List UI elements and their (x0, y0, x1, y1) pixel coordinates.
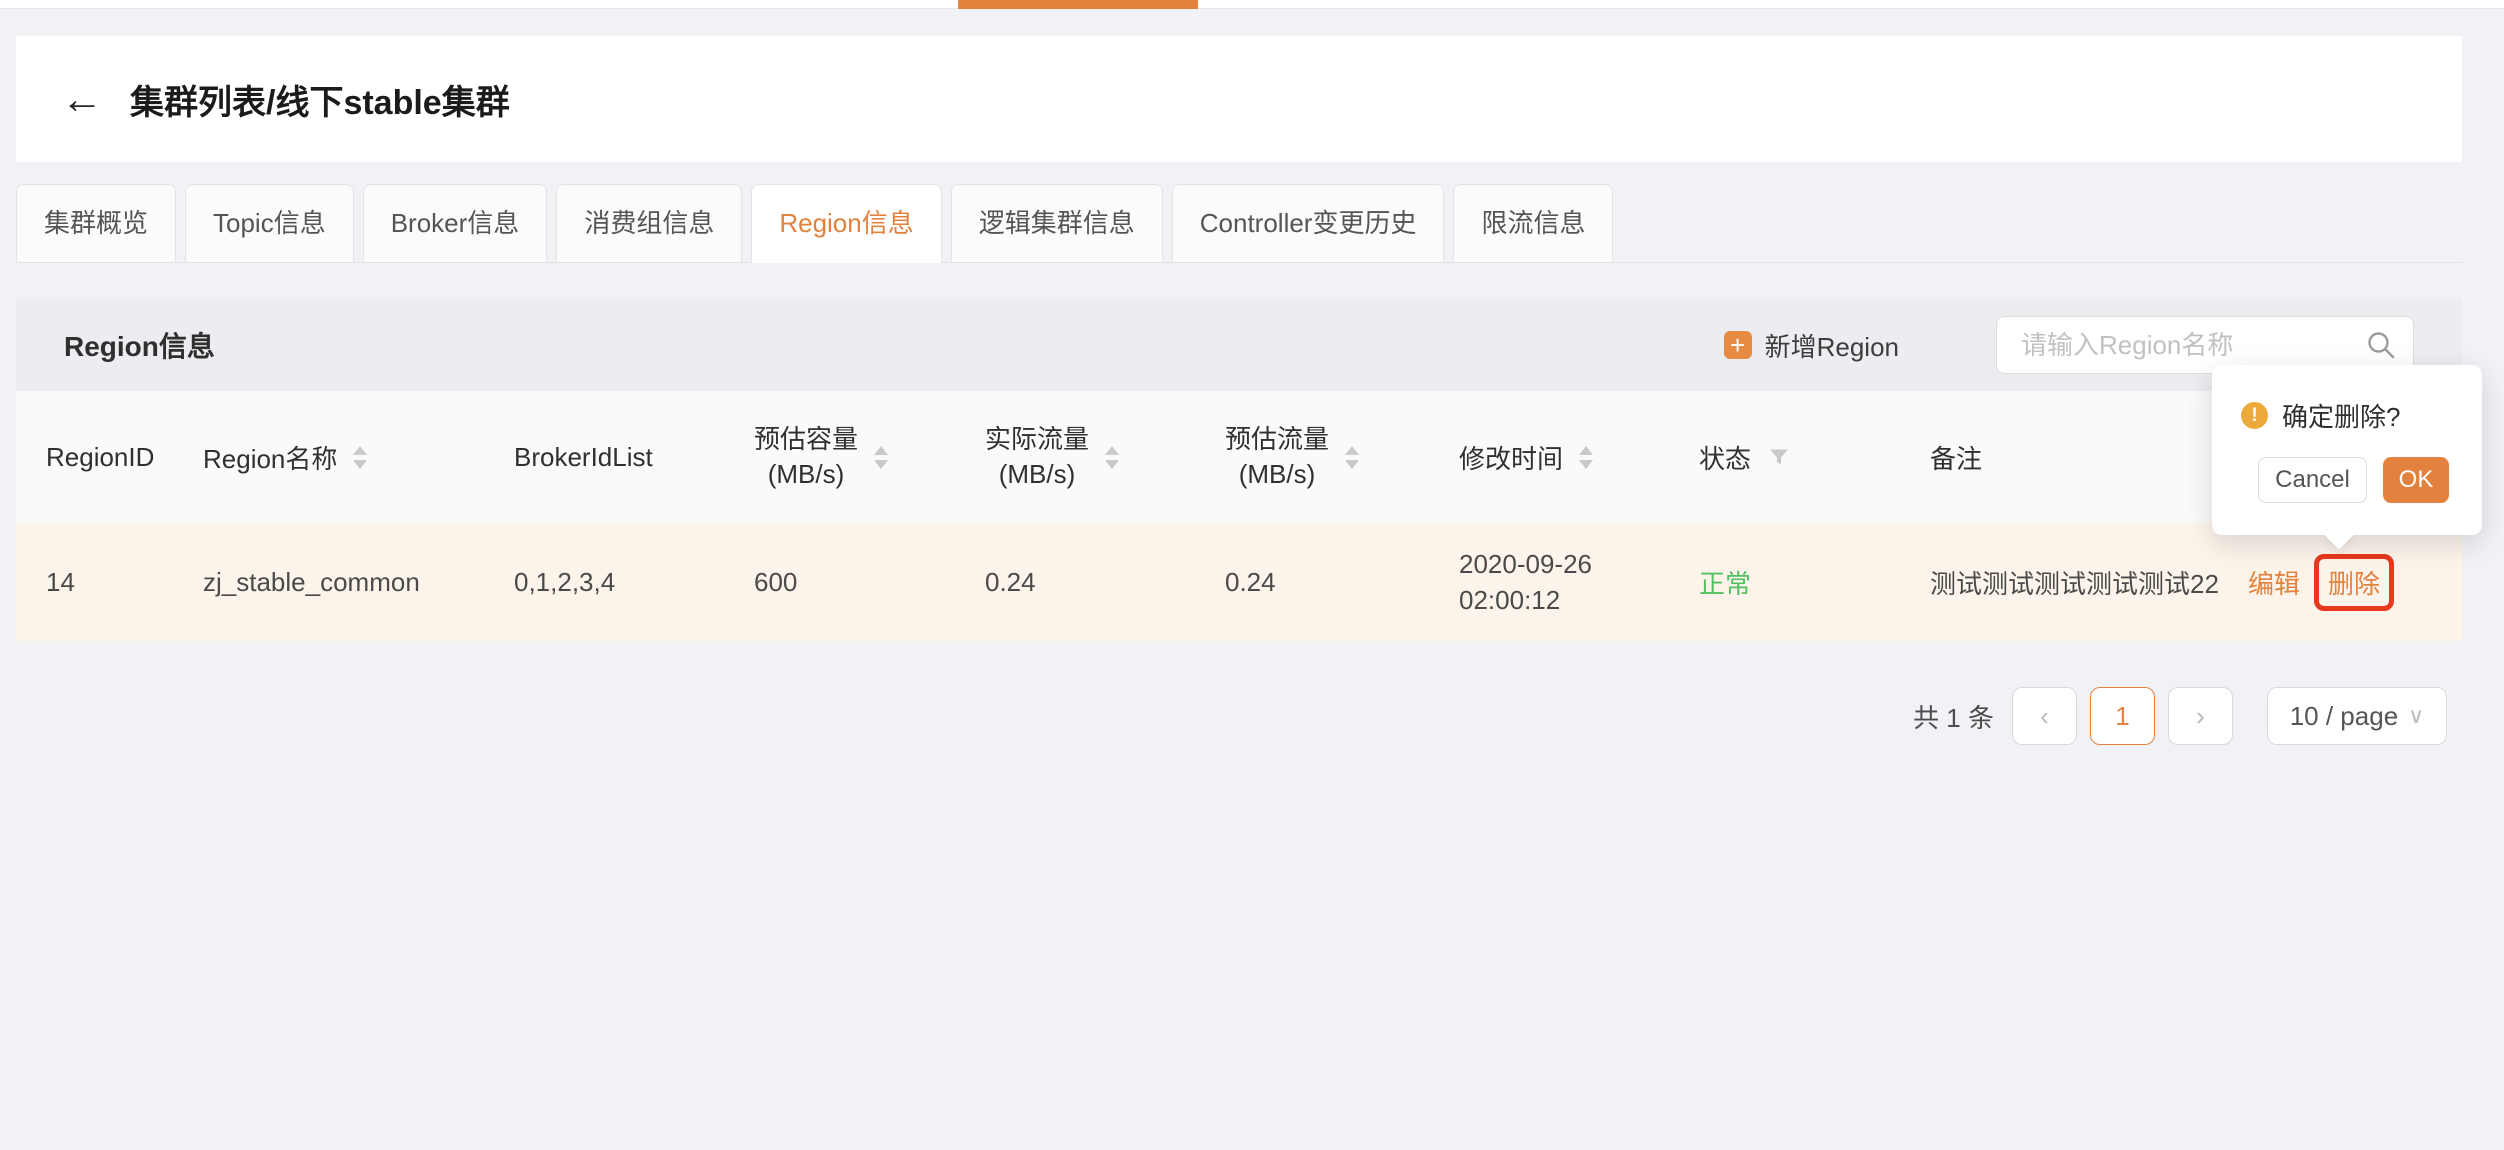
tab-cluster-overview[interactable]: 集群概览 (16, 184, 176, 262)
top-strip (0, 0, 2504, 9)
sort-icon[interactable] (874, 446, 888, 469)
sort-icon[interactable] (1345, 446, 1359, 469)
ok-button[interactable]: OK (2383, 457, 2449, 503)
delete-link[interactable]: 删除 (2328, 569, 2380, 599)
page-size-select[interactable]: 10 / page ∨ (2267, 687, 2447, 745)
table-header-row: RegionID Region名称 BrokerIdList 预估容量 (MB/… (16, 391, 2462, 523)
chevron-down-icon: ∨ (2408, 703, 2424, 729)
cell-actual-traffic: 0.24 (985, 567, 1225, 598)
add-region-button[interactable]: + 新增Region (1724, 327, 1899, 364)
pagination-total: 共 1 条 (1913, 698, 1994, 735)
add-region-label: 新增Region (1765, 327, 1899, 364)
warning-icon: ! (2241, 402, 2268, 429)
page-1-button[interactable]: 1 (2090, 687, 2155, 745)
sort-icon[interactable] (1105, 446, 1119, 469)
cell-broker-id-list: 0,1,2,3,4 (514, 567, 754, 598)
col-broker-id-list: BrokerIdList (514, 442, 754, 473)
panel-header: Region信息 + 新增Region (16, 299, 2462, 391)
col-estimated-traffic: 预估流量 (MB/s) (1225, 422, 1459, 492)
chevron-left-icon: ‹ (2040, 701, 2049, 732)
tab-consumer-group-info[interactable]: 消费组信息 (556, 184, 742, 262)
col-region-id: RegionID (46, 442, 203, 473)
cell-remark: 测试测试测试测试测试22 (1930, 564, 2248, 601)
tab-logical-cluster-info[interactable]: 逻辑集群信息 (951, 184, 1163, 262)
popover-message: 确定删除? (2282, 397, 2400, 434)
pagination: 共 1 条 ‹ 1 › 10 / page ∨ (16, 687, 2447, 745)
cell-actions: 编辑 删除 (2248, 554, 2462, 611)
tab-broker-info[interactable]: Broker信息 (363, 184, 548, 262)
plus-icon: + (1724, 331, 1752, 359)
prev-page-button[interactable]: ‹ (2012, 687, 2077, 745)
edit-link[interactable]: 编辑 (2248, 564, 2300, 601)
table-row: 14 zj_stable_common 0,1,2,3,4 600 0.24 0… (16, 523, 2462, 641)
delete-confirm-popover: ! 确定删除? Cancel OK (2212, 365, 2482, 535)
cell-region-id: 14 (46, 567, 203, 598)
col-status: 状态 (1699, 439, 1930, 476)
sort-icon[interactable] (353, 446, 367, 469)
status-badge: 正常 (1699, 564, 1930, 601)
tab-throttle-info[interactable]: 限流信息 (1453, 184, 1613, 262)
region-table: RegionID Region名称 BrokerIdList 预估容量 (MB/… (16, 391, 2462, 641)
col-remark: 备注 (1930, 439, 2248, 476)
cell-modified-time: 2020-09-26 02:00:12 (1459, 546, 1699, 618)
back-button[interactable]: ← (60, 73, 104, 125)
col-region-name: Region名称 (203, 439, 514, 476)
panel-title: Region信息 (64, 325, 215, 365)
search-icon[interactable] (2366, 330, 2396, 365)
tab-bar: 集群概览 Topic信息 Broker信息 消费组信息 Region信息 逻辑集… (16, 184, 2462, 263)
annotation-highlight: 删除 (2314, 554, 2394, 611)
cell-estimated-capacity: 600 (754, 567, 985, 598)
cancel-button[interactable]: Cancel (2258, 457, 2367, 503)
chevron-right-icon: › (2196, 701, 2205, 732)
page-header: ← 集群列表/线下stable集群 (16, 36, 2462, 162)
filter-icon[interactable] (1767, 445, 1791, 469)
sort-icon[interactable] (1579, 446, 1593, 469)
tab-controller-change-history[interactable]: Controller变更历史 (1172, 184, 1445, 262)
tab-region-info[interactable]: Region信息 (751, 184, 941, 263)
cell-estimated-traffic: 0.24 (1225, 567, 1459, 598)
col-estimated-capacity: 预估容量 (MB/s) (754, 422, 985, 492)
arrow-left-icon: ← (61, 75, 103, 123)
cell-region-name: zj_stable_common (203, 567, 514, 598)
next-page-button[interactable]: › (2168, 687, 2233, 745)
tab-topic-info[interactable]: Topic信息 (185, 184, 354, 262)
top-tab-indicator (958, 0, 1198, 9)
col-actual-traffic: 实际流量 (MB/s) (985, 422, 1225, 492)
page-title: 集群列表/线下stable集群 (130, 75, 510, 124)
col-modified-time: 修改时间 (1459, 439, 1699, 476)
